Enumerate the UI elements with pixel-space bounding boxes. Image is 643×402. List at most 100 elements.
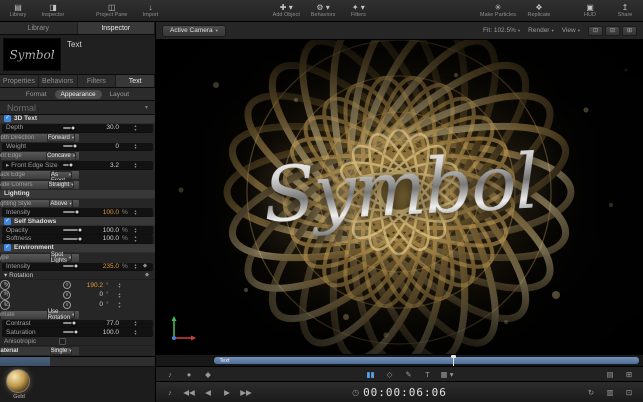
add-object-button[interactable]: ✚ ▾ Add Object [273, 3, 300, 18]
canvas-view-button-3[interactable]: ⊞ [622, 25, 637, 36]
value-stepper[interactable]: ▴ ▾ [133, 226, 138, 234]
import-button[interactable]: ↓ Import [139, 3, 163, 18]
tab-appearance[interactable]: Appearance [54, 89, 102, 99]
softness-slider[interactable] [63, 236, 88, 242]
canvas-viewport[interactable]: Symbol [156, 40, 643, 354]
param-value[interactable]: 100.0 [93, 329, 119, 336]
lighting-style-popup[interactable]: Above ▾ [49, 199, 73, 208]
inspector-button[interactable]: ◨ Inspector [41, 3, 65, 18]
text-tool-icon[interactable]: T [422, 370, 434, 379]
tab-library[interactable]: Library [0, 22, 78, 34]
library-button[interactable]: ▤ Library [6, 3, 30, 18]
blend-mode-popup[interactable]: Normal ▾ [0, 101, 155, 115]
step-back-icon[interactable]: ◀ [202, 388, 214, 397]
marker-icon[interactable]: ◇ [384, 370, 396, 379]
grid-icon[interactable]: ⊞ [623, 370, 635, 379]
intensity-slider[interactable] [63, 263, 88, 269]
tab-inspector[interactable]: Inspector [77, 22, 155, 34]
saturation-slider[interactable] [63, 329, 88, 335]
z-rotation-dial[interactable] [63, 300, 71, 309]
project-pane-button[interactable]: ◫ Project Pane [96, 3, 128, 18]
tab-format[interactable]: Format [20, 90, 53, 99]
front-edge-size-slider[interactable] [63, 162, 88, 168]
material-strip[interactable] [0, 357, 155, 367]
y-rotation-dial[interactable] [63, 290, 71, 299]
param-value[interactable]: 190.2 [77, 282, 103, 289]
depth-direction-popup[interactable]: Forward ▾ [46, 133, 76, 142]
param-value[interactable]: 0 [77, 291, 103, 298]
behaviors-button[interactable]: ⚙ ▾ Behaviors [311, 3, 335, 18]
replicate-button[interactable]: ❖ Replicate [527, 3, 551, 18]
view-options-icon[interactable]: ▥ [604, 388, 616, 397]
param-value[interactable]: 3.2 [93, 162, 119, 169]
value-stepper[interactable]: ▴ ▾ [133, 142, 138, 150]
timeline-track-text[interactable]: Text [214, 357, 639, 364]
type-popup[interactable]: Spot Lights ▾ [49, 252, 73, 264]
zoom-level-popup[interactable]: Fit: 102.5% ▾ [483, 27, 520, 34]
zoom-timeline-icon[interactable]: ⊡ [623, 388, 635, 397]
opacity-slider[interactable] [63, 227, 88, 233]
param-value[interactable]: 0 [93, 143, 119, 150]
view-popup[interactable]: View ▾ [562, 27, 580, 34]
param-value[interactable]: 0 [77, 301, 103, 308]
intensity-slider[interactable] [63, 209, 88, 215]
loop-icon[interactable]: ↻ [585, 388, 597, 397]
self-shadows-checkbox[interactable]: ✓ [4, 217, 11, 225]
param-value[interactable]: 100.0 [93, 235, 119, 242]
tab-filters[interactable]: Filters [78, 75, 117, 87]
x-rotation-dial[interactable] [63, 281, 71, 290]
param-value[interactable]: 30.0 [93, 124, 119, 131]
value-stepper[interactable]: ▴ ▾ [133, 235, 138, 243]
value-stepper[interactable]: ▴ ▾ [133, 208, 138, 216]
canvas-view-button-1[interactable]: ⊡ [588, 25, 603, 36]
back-edge-popup[interactable]: Same As Front▾ [50, 166, 72, 184]
value-stepper[interactable]: ▴ ▾ [133, 328, 138, 336]
tab-text[interactable]: Text [116, 75, 155, 87]
depth-slider[interactable] [63, 125, 88, 131]
tab-properties[interactable]: Properties [0, 75, 39, 87]
animate-popup[interactable]: Use Rotation ▾ [46, 309, 76, 321]
param-value[interactable]: 235.0 [93, 263, 119, 270]
active-camera-popup[interactable]: Active Camera ▾ [162, 24, 226, 37]
param-value[interactable]: 100.0 [93, 227, 119, 234]
weight-slider[interactable] [63, 143, 88, 149]
keyframe-icon[interactable]: ◆ [143, 272, 151, 278]
param-value[interactable]: 100.0 [93, 209, 119, 216]
keyframe-icon[interactable]: ◆ [202, 370, 214, 379]
value-stepper[interactable]: ▴ ▾ [133, 161, 138, 169]
draw-icon[interactable]: ✎ [403, 370, 415, 379]
material-popup[interactable]: Single ▾ [49, 346, 73, 356]
play-icon[interactable]: ▶ [221, 388, 233, 397]
render-popup[interactable]: Render ▾ [528, 27, 554, 34]
film-icon[interactable]: ▤ [604, 370, 616, 379]
share-button[interactable]: ↥ Share [613, 3, 637, 18]
inside-corners-popup[interactable]: Straight ▾ [47, 180, 75, 190]
jump-end-icon[interactable]: ▶▶ [240, 388, 252, 397]
contrast-slider[interactable] [63, 320, 88, 326]
filters-button[interactable]: ✦ ▾ Filters [346, 3, 370, 18]
jump-start-icon[interactable]: ◀◀ [183, 388, 195, 397]
3d-text-checkbox[interactable]: ✓ [4, 115, 11, 123]
pause-icon[interactable]: ▮▮ [365, 370, 377, 379]
make-particles-button[interactable]: ✳ Make Particles [480, 3, 516, 18]
environment-checkbox[interactable]: ✓ [4, 244, 11, 252]
hud-button[interactable]: ▣ HUD [578, 3, 602, 18]
value-stepper[interactable]: ▴ ▾ [133, 124, 138, 132]
mini-timeline[interactable]: Text [156, 354, 643, 366]
layer-thumbnail[interactable]: Symbol [3, 38, 61, 71]
record-icon[interactable]: ● [183, 370, 195, 379]
param-value[interactable]: 77.0 [93, 320, 119, 327]
tab-behaviors[interactable]: Behaviors [39, 75, 78, 87]
canvas-view-button-2[interactable]: ⊟ [605, 25, 620, 36]
value-stepper[interactable]: ▴ ▾ [117, 301, 122, 309]
mute-icon[interactable]: ♪ [164, 388, 176, 397]
audio-icon[interactable]: ♪ [164, 370, 176, 379]
value-stepper[interactable]: ▴ ▾ [117, 291, 122, 299]
material-swatch[interactable] [6, 369, 30, 393]
front-edge-popup[interactable]: Concave ▾ [46, 152, 76, 161]
timecode-display[interactable]: ◷ 00:00:06:06 [352, 386, 447, 399]
keyframe-icon[interactable]: ◆ [141, 263, 149, 269]
value-stepper[interactable]: ▴ ▾ [117, 281, 122, 289]
playhead[interactable] [451, 355, 457, 366]
anisotropic-checkbox[interactable] [59, 337, 66, 345]
